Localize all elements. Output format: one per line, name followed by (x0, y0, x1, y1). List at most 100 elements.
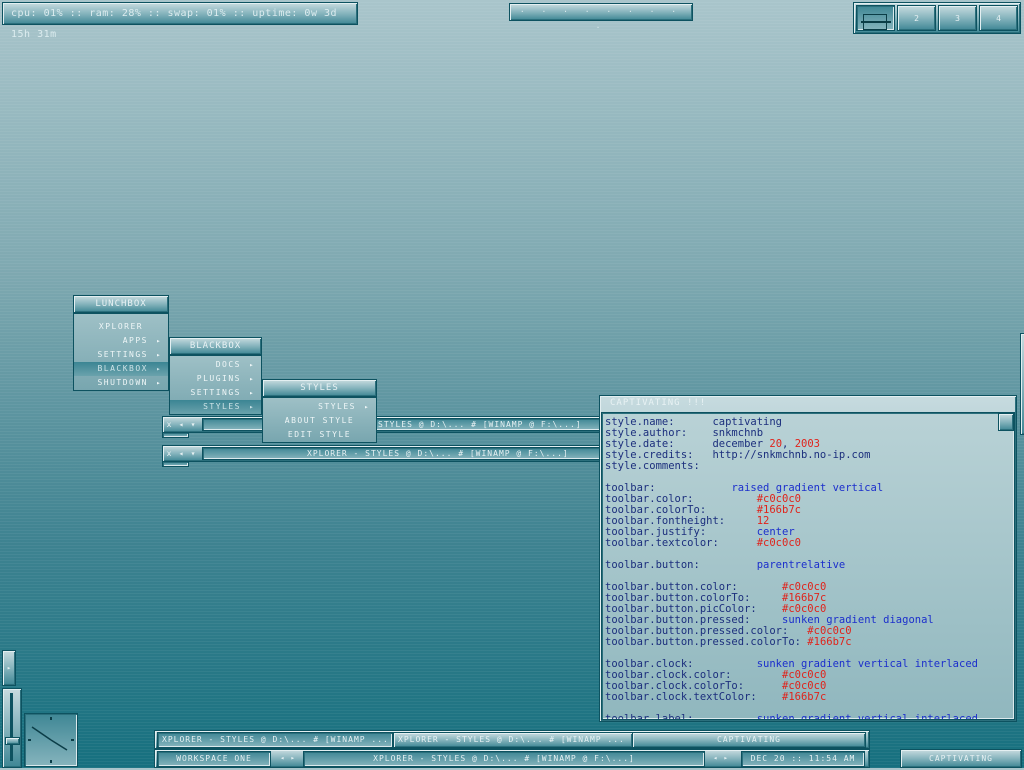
submenu-arrow-icon: ▸ (249, 361, 255, 369)
menu-item-bb-settings[interactable]: SETTINGS ▸ (170, 386, 261, 400)
menu-item-styles-list-label: STYLES (318, 402, 356, 411)
editor-line: toolbar.clock.textColor: #166b7c (605, 692, 1011, 703)
workspace-2-label: 2 (914, 13, 919, 23)
styles-menu: STYLES STYLES ▸ ABOUT STYLE EDIT STYLE (262, 379, 377, 443)
menu-item-apps-label: APPS (122, 336, 148, 345)
menu-item-xplorer-label: XPLORER (98, 322, 144, 331)
taskbar-clock: DEC 20 :: 11:54 AM (741, 751, 865, 767)
menu-item-blackbox-label: BLACKBOX (97, 364, 148, 373)
system-monitor: cpu: 01% :: ram: 28% :: swap: 01% :: upt… (2, 2, 358, 40)
submenu-arrow-icon: ▸ (249, 403, 255, 411)
submenu-arrow-icon: ▸ (156, 351, 162, 359)
menu-item-plugins[interactable]: PLUGINS ▸ (170, 372, 261, 386)
menu-item-docs[interactable]: DOCS ▸ (170, 358, 261, 372)
styles-menu-items: STYLES ▸ ABOUT STYLE EDIT STYLE (262, 397, 377, 443)
window-styles-resize-grip[interactable] (162, 432, 189, 438)
editor-line: style.comments: (605, 461, 1011, 472)
style-editor-content[interactable]: style.name: captivating style.author: snk… (602, 413, 1014, 720)
workspace-1-window-bar (861, 21, 891, 23)
menu-item-blackbox[interactable]: BLACKBOX ▸ (74, 362, 168, 376)
menu-item-bb-settings-label: SETTINGS (190, 388, 241, 397)
arrow-right-icon: ▸ (6, 664, 12, 672)
menu-item-settings-label: SETTINGS (97, 350, 148, 359)
submenu-arrow-icon: ▸ (249, 375, 255, 383)
clock-face-icon (28, 717, 74, 763)
workspace-pager: 2 3 4 (853, 2, 1021, 34)
menu-item-styles-label: STYLES (203, 402, 241, 411)
right-edge-handle[interactable] (1020, 333, 1024, 435)
close-icon[interactable]: x (163, 420, 175, 429)
workspace-nav-arrows[interactable]: ◂ ▸ (274, 751, 302, 765)
editor-token: style.comments: (605, 460, 700, 472)
style-editor-window: CAPTIVATING !!! style.name: captivating s… (599, 395, 1017, 722)
workspace-4[interactable]: 4 (979, 5, 1018, 31)
editor-token: toolbar.label: (605, 713, 757, 720)
style-editor-text-area[interactable]: style.name: captivating style.author: snk… (601, 412, 1015, 720)
current-window-label: XPLORER - STYLES @ D:\... # [WINAMP @ F:… (303, 751, 705, 767)
workspace-name-label: WORKSPACE ONE (157, 751, 271, 767)
styles-menu-title: STYLES (262, 379, 377, 397)
style-editor-title[interactable]: CAPTIVATING !!! (600, 396, 1016, 410)
window-xplorer-resize-grip[interactable] (162, 461, 189, 467)
desktop-label-text: · · · · · · · · · (519, 7, 683, 32)
workspace-1[interactable] (856, 5, 895, 31)
workspace-2[interactable]: 2 (897, 5, 936, 31)
task-button-2[interactable]: XPLORER - STYLES @ D:\... # [WINAMP ... (393, 732, 633, 748)
submenu-arrow-icon: ▸ (156, 365, 162, 373)
task-button-1[interactable]: XPLORER - STYLES @ D:\... # [WINAMP ... (157, 732, 393, 748)
menu-item-about-style-label: ABOUT STYLE (284, 416, 355, 425)
desktop-label-bar: · · · · · · · · · (509, 3, 693, 32)
system-monitor-text: cpu: 01% :: ram: 28% :: swap: 01% :: upt… (11, 8, 338, 40)
menu-item-about-style[interactable]: ABOUT STYLE (263, 414, 376, 428)
slider-track (10, 693, 13, 761)
editor-token: toolbar.clock.textColor: (605, 691, 783, 703)
submenu-arrow-icon: ▸ (156, 379, 162, 387)
window-nav-arrows[interactable]: ◂ ▸ (707, 751, 735, 765)
editor-token: #c0c0c0 (756, 537, 801, 549)
editor-token: toolbar.button: (605, 559, 757, 571)
volume-slider[interactable] (2, 688, 22, 768)
blackbox-menu-items: DOCS ▸ PLUGINS ▸ SETTINGS ▸ STYLES ▸ (169, 355, 262, 415)
editor-token: sunken gradient vertical interlaced (756, 713, 978, 720)
menu-item-shutdown[interactable]: SHUTDOWN ▸ (74, 376, 168, 390)
editor-line: toolbar.textcolor: #c0c0c0 (605, 538, 1011, 549)
style-name-label[interactable]: CAPTIVATING (900, 749, 1022, 768)
submenu-arrow-icon: ▸ (156, 337, 162, 345)
lunchbox-menu-title: LUNCHBOX (73, 295, 169, 313)
submenu-arrow-icon: ▸ (364, 403, 370, 411)
menu-item-apps[interactable]: APPS ▸ (74, 334, 168, 348)
task-button-3[interactable]: CAPTIVATING (632, 732, 866, 748)
menu-item-edit-style[interactable]: EDIT STYLE (263, 428, 376, 442)
menu-item-plugins-label: PLUGINS (196, 374, 241, 383)
submenu-arrow-icon: ▸ (249, 389, 255, 397)
menu-item-styles[interactable]: STYLES ▸ (170, 400, 261, 414)
lunchbox-menu: LUNCHBOX XPLORER APPS ▸ SETTINGS ▸ BLACKBO… (73, 295, 169, 391)
side-expand-button[interactable]: ▸ (2, 650, 16, 686)
close-icon[interactable]: x (163, 449, 175, 458)
menu-item-settings[interactable]: SETTINGS ▸ (74, 348, 168, 362)
editor-line: toolbar.button: parentrelative (605, 560, 1011, 571)
editor-line: toolbar.button.pressed.colorTo: #166b7c (605, 637, 1011, 648)
editor-token: toolbar.textcolor: (605, 537, 757, 549)
menu-item-styles-list[interactable]: STYLES ▸ (263, 400, 376, 414)
lunchbox-menu-items: XPLORER APPS ▸ SETTINGS ▸ BLACKBOX ▸ SHUTDO… (73, 313, 169, 391)
scrollbar-thumb[interactable] (998, 413, 1014, 431)
workspace-3[interactable]: 3 (938, 5, 977, 31)
blackbox-menu-title: BLACKBOX (169, 337, 262, 355)
blackbox-menu: BLACKBOX DOCS ▸ PLUGINS ▸ SETTINGS ▸ STYLES… (169, 337, 262, 415)
menu-item-xplorer[interactable]: XPLORER (74, 320, 168, 334)
menu-item-edit-style-label: EDIT STYLE (287, 430, 352, 439)
left-arrow-icon[interactable]: ◂ (175, 449, 187, 458)
slider-handle[interactable] (5, 737, 20, 745)
left-arrow-icon[interactable]: ◂ (175, 420, 187, 429)
workspace-4-label: 4 (996, 13, 1001, 23)
chevron-down-icon[interactable]: ▾ (187, 420, 199, 429)
chevron-down-icon[interactable]: ▾ (187, 449, 199, 458)
menu-item-docs-label: DOCS (215, 360, 241, 369)
workspace-3-label: 3 (955, 13, 960, 23)
editor-token: #166b7c (807, 636, 852, 648)
editor-token: #166b7c (782, 691, 827, 703)
analog-clock (24, 713, 78, 767)
editor-token: parentrelative (756, 559, 846, 571)
menu-item-shutdown-label: SHUTDOWN (97, 378, 148, 387)
